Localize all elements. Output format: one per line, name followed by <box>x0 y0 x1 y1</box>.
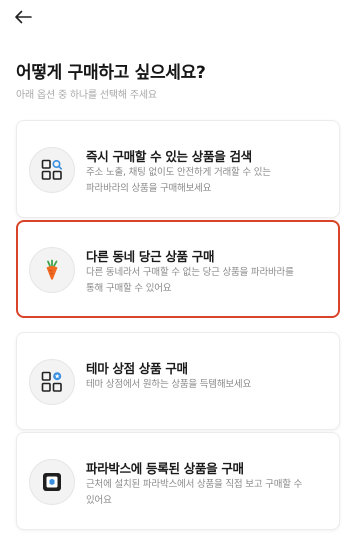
option-icon-circle <box>29 359 75 405</box>
option-card-parabox[interactable]: 파라박스에 등록된 상품을 구매 근처에 설치된 파라박스에서 상품을 직접 보… <box>16 432 340 530</box>
option-description-line: 파라바라의 상품을 구매해보세요 <box>86 183 212 194</box>
option-card-theme-store[interactable]: 테마 상점 상품 구매 테마 상점에서 원하는 상품을 득템해보세요 <box>16 332 340 430</box>
top-bar <box>0 0 357 36</box>
option-icon-circle <box>29 459 75 505</box>
arrow-left-icon <box>15 10 32 24</box>
page-title: 어떻게 구매하고 싶으세요? <box>16 63 206 83</box>
option-title: 테마 상점 상품 구매 <box>86 361 188 376</box>
option-card-other-neighborhood-carrot[interactable]: 다른 동네 당근 상품 구매 다른 동네라서 구매할 수 없는 당근 상품을 파… <box>16 220 340 318</box>
option-description-line: 근처에 설치된 파라박스에서 상품을 직접 보고 구매할 수 <box>86 479 303 490</box>
back-button[interactable] <box>10 6 36 28</box>
option-description: 주소 노출, 채팅 없이도 안전하게 거래할 수 있는 파라바라의 상품을 구매… <box>86 165 332 197</box>
option-description-line: 다른 동네라서 구매할 수 없는 당근 상품을 파라바라를 <box>86 267 294 278</box>
option-title: 즉시 구매할 수 있는 상품을 검색 <box>86 149 252 164</box>
option-description: 테마 상점에서 원하는 상품을 득템해보세요 <box>86 377 332 393</box>
option-title: 다른 동네 당근 상품 구매 <box>86 249 215 264</box>
carrot-icon <box>46 259 58 280</box>
option-title: 파라박스에 등록된 상품을 구매 <box>86 461 244 476</box>
option-description: 다른 동네라서 구매할 수 없는 당근 상품을 파라바라를 통해 구매할 수 있… <box>86 265 332 297</box>
option-description: 근처에 설치된 파라박스에서 상품을 직접 보고 구매할 수 있어요 <box>86 477 332 509</box>
option-icon-circle <box>29 147 75 193</box>
option-description-line: 주소 노출, 채팅 없이도 안전하게 거래할 수 있는 <box>86 167 271 178</box>
grid-star-icon <box>41 371 62 392</box>
page-subtitle: 아래 옵션 중 하나를 선택해 주세요 <box>16 90 157 101</box>
grid-search-icon <box>41 159 63 180</box>
option-description-line: 테마 상점에서 원하는 상품을 득템해보세요 <box>86 379 251 390</box>
option-description-line: 있어요 <box>86 495 112 506</box>
option-icon-circle <box>29 247 75 293</box>
option-description-line: 통해 구매할 수 있어요 <box>86 283 172 294</box>
locker-icon <box>43 473 61 491</box>
option-card-instant-search[interactable]: 즉시 구매할 수 있는 상품을 검색 주소 노출, 채팅 없이도 안전하게 거래… <box>16 120 340 218</box>
